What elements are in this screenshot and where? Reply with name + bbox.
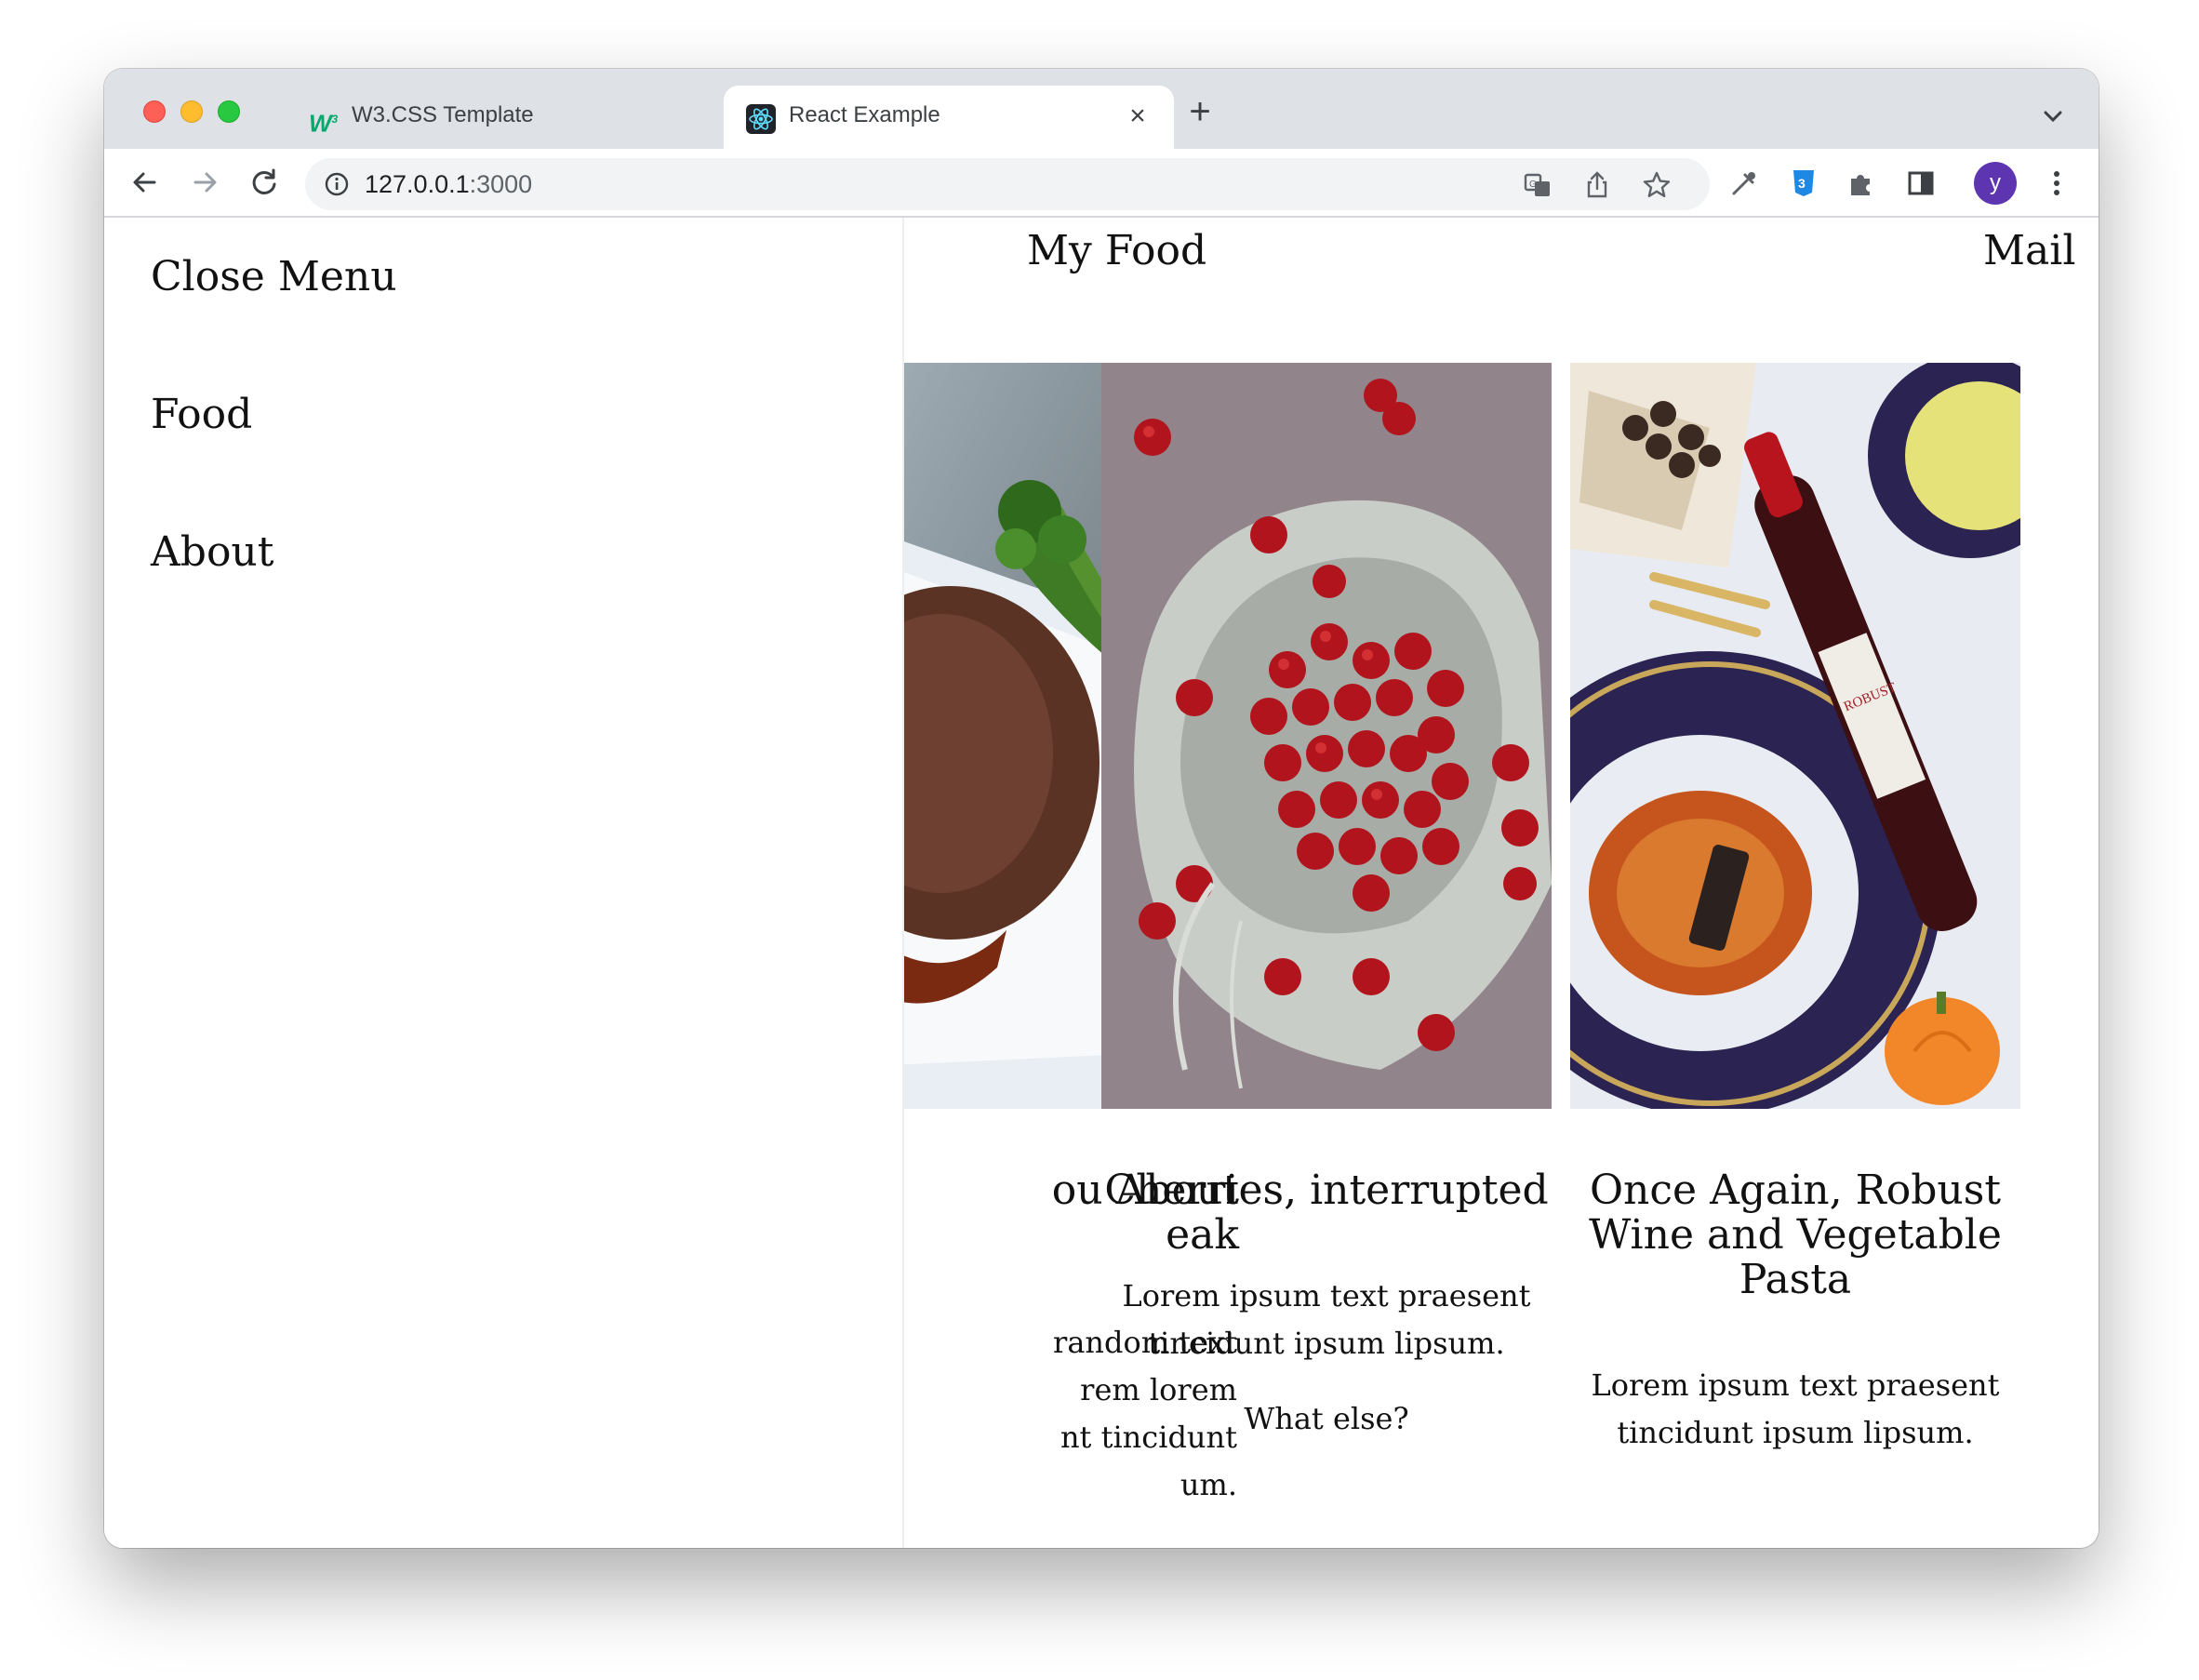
page-title: My Food xyxy=(1027,227,1207,274)
card-extra-text: What else? xyxy=(1244,1401,1409,1436)
tab-react-example[interactable]: React Example × xyxy=(724,86,1174,149)
site-info-icon[interactable] xyxy=(324,171,350,197)
sidebar-item-about[interactable]: About xyxy=(151,528,273,576)
card-text: Lorem ipsum text praesent tincidunt ipsu… xyxy=(1591,1367,2000,1450)
reload-icon[interactable] xyxy=(244,162,285,203)
back-arrow-icon[interactable] xyxy=(125,162,166,203)
tab-title: W3.CSS Template xyxy=(352,102,534,127)
side-panel-icon[interactable] xyxy=(1905,167,1937,199)
browser-toolbar: 127.0.0.1:3000 G 3 y xyxy=(104,149,2099,218)
tab-title: React Example xyxy=(789,102,940,127)
sidebar-item-food[interactable]: Food xyxy=(151,391,252,438)
card-text: Lorem ipsum text praesent tincidunt ipsu… xyxy=(1122,1278,1531,1361)
address-url[interactable]: 127.0.0.1:3000 xyxy=(365,170,532,199)
chevron-down-icon[interactable] xyxy=(2039,102,2067,130)
address-bar[interactable]: 127.0.0.1:3000 G xyxy=(305,158,1710,210)
css3-extension-icon[interactable]: 3 xyxy=(1788,167,1819,199)
more-menu-icon[interactable] xyxy=(2041,167,2072,199)
new-tab-button[interactable]: + xyxy=(1181,93,1219,130)
wine-and-pasta-photo: ROBUST xyxy=(1570,363,2020,1109)
eyedropper-icon[interactable] xyxy=(1728,167,1760,199)
cherries-in-cloth-photo xyxy=(1101,363,1552,1109)
extensions-puzzle-icon[interactable] xyxy=(1846,167,1877,199)
sidebar-item-close-menu[interactable]: Close Menu xyxy=(151,253,397,300)
translate-icon[interactable]: G xyxy=(1522,169,1553,201)
tab-strip: W3 W3.CSS Template × React Example × + xyxy=(104,69,2099,149)
mail-link[interactable]: Mail xyxy=(1983,227,2075,274)
url-host: 127.0.0.1 xyxy=(365,170,470,198)
browser-window: W3 W3.CSS Template × React Example × + xyxy=(104,69,2099,1548)
close-tab-icon[interactable]: × xyxy=(1122,100,1153,132)
card-title: Cherries, interrupted xyxy=(1104,1167,1549,1214)
w3schools-icon: W3 xyxy=(309,109,339,138)
share-icon[interactable] xyxy=(1581,169,1613,201)
minimize-window-button[interactable] xyxy=(180,100,203,123)
bookmark-star-icon[interactable] xyxy=(1641,169,1673,201)
react-icon xyxy=(746,104,776,134)
svg-text:G: G xyxy=(1529,180,1537,190)
forward-arrow-icon[interactable] xyxy=(184,162,225,203)
profile-avatar[interactable]: y xyxy=(1974,162,2017,205)
svg-text:3: 3 xyxy=(1798,176,1806,191)
sidebar-menu: Close Menu Food About xyxy=(104,218,904,1548)
page-viewport: My Food Mail ROBUST ou About eak random … xyxy=(104,218,2099,1548)
card-title: Once Again, Robust Wine and Vegetable Pa… xyxy=(1589,1167,2002,1303)
maximize-window-button[interactable] xyxy=(218,100,240,123)
close-window-button[interactable] xyxy=(143,100,166,123)
url-port: :3000 xyxy=(469,170,533,198)
